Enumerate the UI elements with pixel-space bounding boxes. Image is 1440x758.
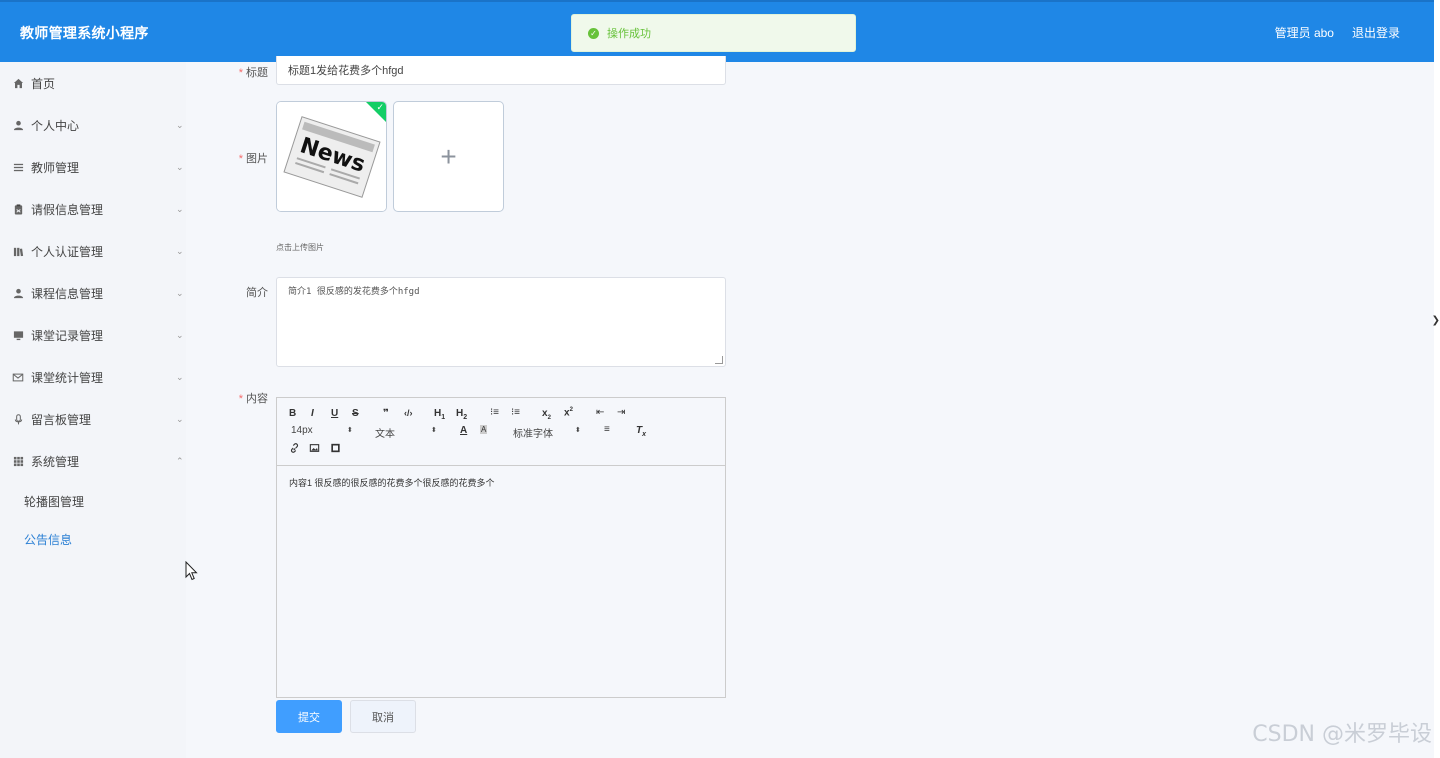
chevron-down-icon: ⌄ bbox=[176, 161, 184, 172]
chevron-down-icon: ⌄ bbox=[176, 245, 184, 256]
underline-button[interactable]: U bbox=[331, 408, 338, 419]
title-label: * 标题 bbox=[238, 67, 268, 79]
ordered-list-icon[interactable]: ⁝≡ bbox=[490, 407, 499, 418]
person-icon bbox=[12, 287, 24, 299]
submit-button[interactable]: 提交 bbox=[276, 700, 342, 733]
sidebar-item-label: 首页 bbox=[31, 76, 56, 91]
select-caret-icon: ⬍ bbox=[575, 427, 581, 434]
mail-icon bbox=[12, 371, 24, 383]
intro-textarea[interactable]: 简介1 很反感的发花费多个hfgd bbox=[276, 277, 726, 367]
code-block-button[interactable]: ‹/› bbox=[404, 408, 413, 418]
bold-button[interactable]: B bbox=[289, 408, 296, 419]
sidebar-item-label: 课程信息管理 bbox=[31, 286, 104, 301]
outdent-icon[interactable]: ⇤ bbox=[596, 407, 604, 418]
background-color-button[interactable]: A bbox=[480, 425, 488, 434]
sidebar-item-message-board[interactable]: 留言板管理 ⌄ bbox=[0, 398, 186, 440]
mouse-cursor-icon bbox=[185, 561, 198, 581]
header2-button[interactable]: H2 bbox=[456, 408, 467, 421]
sidebar-item-label: 个人认证管理 bbox=[31, 244, 104, 259]
sidebar-item-leave[interactable]: 请假信息管理 ⌄ bbox=[0, 188, 186, 230]
content-label: * 内容 bbox=[238, 393, 268, 405]
sidebar-item-label: 系统管理 bbox=[31, 454, 80, 469]
select-caret-icon: ⬍ bbox=[347, 427, 353, 434]
app-title: 教师管理系统小程序 bbox=[20, 25, 149, 41]
font-color-button[interactable]: A bbox=[460, 425, 467, 436]
chevron-up-icon: ⌃ bbox=[176, 455, 184, 466]
font-size-select[interactable]: 14px ⬍ bbox=[291, 425, 353, 436]
editor-content[interactable]: 内容1 很反感的很反感的花费多个很反感的花费多个 bbox=[289, 476, 495, 489]
sidebar-item-teacher[interactable]: 教师管理 ⌄ bbox=[0, 146, 186, 188]
scrollbar-strip[interactable] bbox=[1434, 0, 1440, 758]
paragraph-select[interactable]: 文本 ⬍ bbox=[375, 425, 437, 440]
chevron-down-icon: ⌄ bbox=[176, 119, 184, 130]
toast-message: 操作成功 bbox=[607, 28, 651, 40]
indent-icon[interactable]: ⇥ bbox=[617, 407, 625, 418]
sidebar-item-label: 课堂记录管理 bbox=[31, 328, 104, 343]
home-icon bbox=[12, 77, 24, 89]
chevron-down-icon: ⌄ bbox=[176, 287, 184, 298]
resize-arrows-icon: ❯ bbox=[1431, 315, 1440, 326]
check-circle-icon: ✓ bbox=[588, 27, 599, 39]
cancel-button[interactable]: 取消 bbox=[350, 700, 416, 733]
sidebar-item-class-record[interactable]: 课堂记录管理 ⌄ bbox=[0, 314, 186, 356]
editor-toolbar: B I U S ❞ ‹/› H1 H2 ⁝≡ ⁝≡ x2 x2 ⇤ ⇥ 14px… bbox=[277, 398, 725, 466]
logout-link[interactable]: 退出登录 bbox=[1352, 24, 1400, 41]
intro-label: 简介 bbox=[246, 287, 268, 299]
resize-handle[interactable] bbox=[715, 356, 723, 364]
grid-icon bbox=[12, 455, 24, 467]
book-icon bbox=[12, 245, 24, 257]
sidebar: 首页 个人中心 ⌄ 教师管理 ⌄ 请假信息管理 ⌄ 个人认证管理 ⌄ 课程信息管… bbox=[0, 62, 186, 758]
subscript-button[interactable]: x2 bbox=[542, 408, 551, 421]
font-family-select[interactable]: 标准字体 ⬍ bbox=[513, 425, 581, 440]
video-insert-icon[interactable] bbox=[330, 443, 341, 456]
sidebar-subitem-announcement[interactable]: 公告信息 bbox=[24, 531, 72, 548]
success-toast: ✓ 操作成功 bbox=[571, 14, 856, 52]
monitor-icon bbox=[12, 329, 24, 341]
chevron-down-icon: ⌄ bbox=[176, 371, 184, 382]
align-icon[interactable]: ≡ bbox=[604, 424, 610, 435]
select-caret-icon: ⬍ bbox=[431, 427, 437, 434]
chevron-down-icon: ⌄ bbox=[176, 203, 184, 214]
sidebar-item-label: 教师管理 bbox=[31, 160, 80, 175]
user-icon bbox=[12, 119, 24, 131]
title-input[interactable]: 标题1发给花费多个hfgd bbox=[276, 56, 726, 85]
check-icon: ✓ bbox=[376, 102, 384, 112]
image-label: * 图片 bbox=[238, 153, 268, 165]
plus-icon: + bbox=[440, 140, 457, 172]
sidebar-item-certification[interactable]: 个人认证管理 ⌄ bbox=[0, 230, 186, 272]
watermark: CSDN @米罗毕设 bbox=[1252, 722, 1432, 747]
strike-button[interactable]: S bbox=[352, 408, 359, 419]
sidebar-item-label: 个人中心 bbox=[31, 118, 80, 133]
current-user: 管理员 abo bbox=[1274, 26, 1334, 40]
sidebar-item-label: 请假信息管理 bbox=[31, 202, 104, 217]
upload-hint: 点击上传图片 bbox=[276, 243, 324, 252]
chevron-down-icon: ⌄ bbox=[176, 413, 184, 424]
blockquote-button[interactable]: ❞ bbox=[383, 408, 389, 419]
sidebar-item-personal-center[interactable]: 个人中心 ⌄ bbox=[0, 104, 186, 146]
link-icon[interactable] bbox=[289, 443, 300, 456]
image-insert-icon[interactable] bbox=[309, 443, 320, 456]
superscript-button[interactable]: x2 bbox=[564, 407, 573, 418]
header1-button[interactable]: H1 bbox=[434, 408, 445, 421]
add-image-button[interactable]: + bbox=[393, 101, 504, 212]
clear-format-icon[interactable]: Tx bbox=[636, 425, 646, 438]
sidebar-item-label: 课堂统计管理 bbox=[31, 370, 104, 385]
chevron-down-icon: ⌄ bbox=[176, 329, 184, 340]
sidebar-item-system[interactable]: 系统管理 ⌃ bbox=[0, 440, 186, 482]
header-actions: 管理员 abo 退出登录 bbox=[1275, 24, 1400, 41]
italic-button[interactable]: I bbox=[311, 408, 314, 419]
sidebar-item-course[interactable]: 课程信息管理 ⌄ bbox=[0, 272, 186, 314]
uploaded-image-card[interactable]: News ✓ bbox=[276, 101, 387, 212]
sidebar-item-label: 留言板管理 bbox=[31, 412, 92, 427]
list-icon bbox=[12, 161, 24, 173]
clipboard-icon bbox=[12, 203, 24, 215]
sidebar-item-home[interactable]: 首页 bbox=[0, 62, 186, 104]
sidebar-item-class-stats[interactable]: 课堂统计管理 ⌄ bbox=[0, 356, 186, 398]
bullet-list-icon[interactable]: ⁝≡ bbox=[511, 407, 520, 418]
sidebar-subitem-carousel[interactable]: 轮播图管理 bbox=[24, 493, 84, 510]
microphone-icon bbox=[12, 413, 24, 425]
rich-text-editor: B I U S ❞ ‹/› H1 H2 ⁝≡ ⁝≡ x2 x2 ⇤ ⇥ 14px… bbox=[276, 397, 726, 698]
